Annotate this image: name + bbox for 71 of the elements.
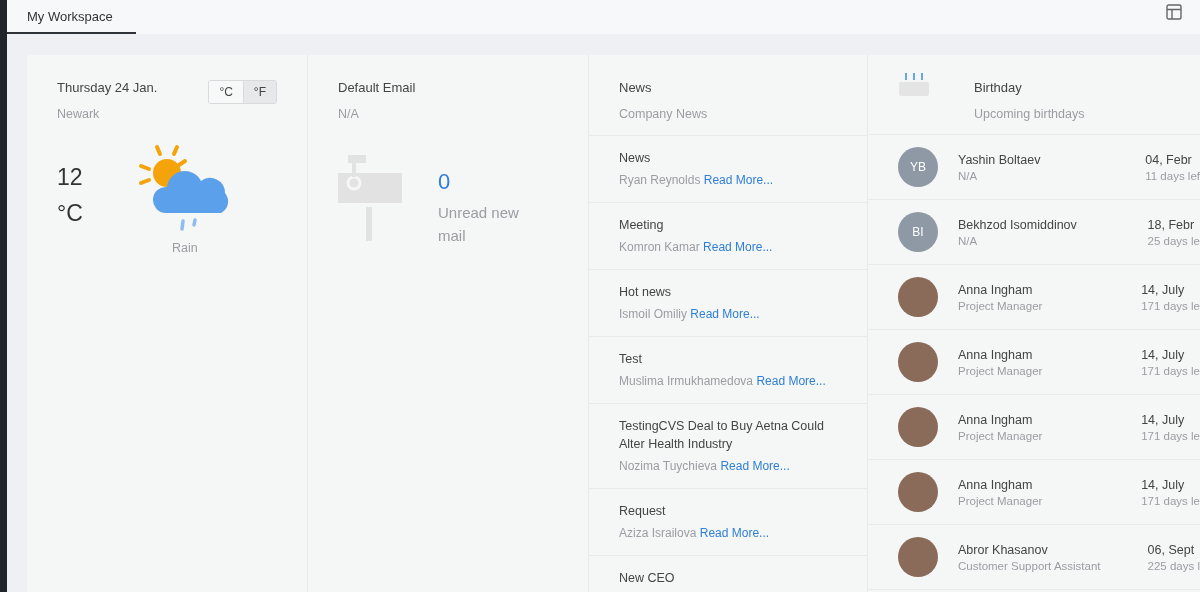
news-headline: Hot news xyxy=(619,284,673,301)
person-name: Yashin Boltaev xyxy=(958,152,1042,167)
birthday-date: 14, July xyxy=(1141,282,1186,297)
photo-placeholder xyxy=(898,537,938,577)
days-left: 171 days le xyxy=(1141,494,1200,507)
workspace-tab[interactable]: My Workspace xyxy=(7,0,136,34)
news-headline: Request xyxy=(619,503,667,520)
news-author: Muslima Irmukhamedova xyxy=(619,374,754,388)
person-name: Anna Ingham xyxy=(958,412,1034,427)
news-author: Komron Kamar xyxy=(619,240,700,254)
days-left: 225 days l xyxy=(1147,559,1200,572)
birthday-date: 14, July xyxy=(1141,412,1186,427)
weather-city: Newark xyxy=(57,107,101,121)
temperature-value: 12 xyxy=(57,163,83,192)
days-left: 171 days le xyxy=(1141,299,1200,312)
read-more-link[interactable]: Read More... xyxy=(690,307,760,321)
photo-placeholder xyxy=(898,277,938,317)
news-headline: New CEO xyxy=(619,570,676,587)
birthday-date: 18, Febr xyxy=(1147,217,1196,232)
birthday-date: 04, Febr xyxy=(1145,152,1193,167)
person-role: Project Manager xyxy=(958,364,1044,377)
person-role: Project Manager xyxy=(958,299,1044,312)
initials-avatar: BI xyxy=(898,212,938,252)
news-title: News xyxy=(619,80,653,95)
person-role: Project Manager xyxy=(958,494,1044,507)
person-name: Anna Ingham xyxy=(958,347,1034,362)
birthday-subtitle: Upcoming birthdays xyxy=(974,107,1085,121)
birthday-date: 14, July xyxy=(1141,477,1186,492)
birthday-date: 14, July xyxy=(1141,347,1186,362)
email-account: N/A xyxy=(338,107,360,121)
read-more-link[interactable]: Read More... xyxy=(703,240,773,254)
person-name: Abror Khasanov xyxy=(958,542,1049,557)
days-left: 171 days le xyxy=(1141,429,1200,442)
unread-caption: Unread new mail xyxy=(438,203,520,246)
news-author: Nozima Tuychieva xyxy=(619,459,718,473)
initials-avatar: YB xyxy=(898,147,938,187)
person-role: N/A xyxy=(958,169,979,182)
person-role: Customer Support Assistant xyxy=(958,559,1102,572)
news-author: Aziza Israilova xyxy=(619,526,697,540)
birthday-date: 06, Sept xyxy=(1147,542,1196,557)
read-more-link[interactable]: Read More... xyxy=(720,459,790,473)
read-more-link[interactable]: Read More... xyxy=(703,173,774,187)
unit-toggle[interactable]: °F xyxy=(242,81,276,103)
person-name: Anna Ingham xyxy=(958,282,1034,297)
read-more-link[interactable]: Read More... xyxy=(756,374,826,388)
layout-icon[interactable] xyxy=(1166,4,1182,20)
days-left: 25 days le xyxy=(1147,234,1200,247)
news-headline: TestingCVS Deal to Buy Aetna Could Alter Health Industry xyxy=(619,418,825,453)
news-author: Ismoil Omiliy xyxy=(619,307,687,321)
unread-count: 0 xyxy=(438,169,452,195)
photo-placeholder xyxy=(898,342,938,382)
news-headline: Meeting xyxy=(619,217,665,234)
weather-condition: Rain xyxy=(171,241,198,255)
person-role: N/A xyxy=(958,234,979,247)
birthday-title: Birthday xyxy=(974,80,1023,95)
photo-placeholder xyxy=(898,472,938,512)
temperature-unit: °C xyxy=(57,199,83,228)
news-headline: Test xyxy=(619,351,643,368)
news-author: Ryan Reynolds xyxy=(619,173,701,187)
cake-icon xyxy=(898,71,930,97)
days-left: 11 days lef xyxy=(1145,169,1200,182)
person-name: Bekhzod Isomiddinov xyxy=(958,217,1078,232)
person-name: Anna Ingham xyxy=(958,477,1034,492)
person-role: Project Manager xyxy=(958,429,1044,442)
email-title: Default Email xyxy=(338,80,417,95)
news-headline: News xyxy=(619,150,652,167)
photo-placeholder xyxy=(898,407,938,447)
read-more-link[interactable]: Read More... xyxy=(699,526,770,540)
news-subtitle: Company News xyxy=(619,107,709,121)
weather-date: Thursday 24 Jan. xyxy=(57,80,158,95)
days-left: 171 days le xyxy=(1141,364,1200,377)
